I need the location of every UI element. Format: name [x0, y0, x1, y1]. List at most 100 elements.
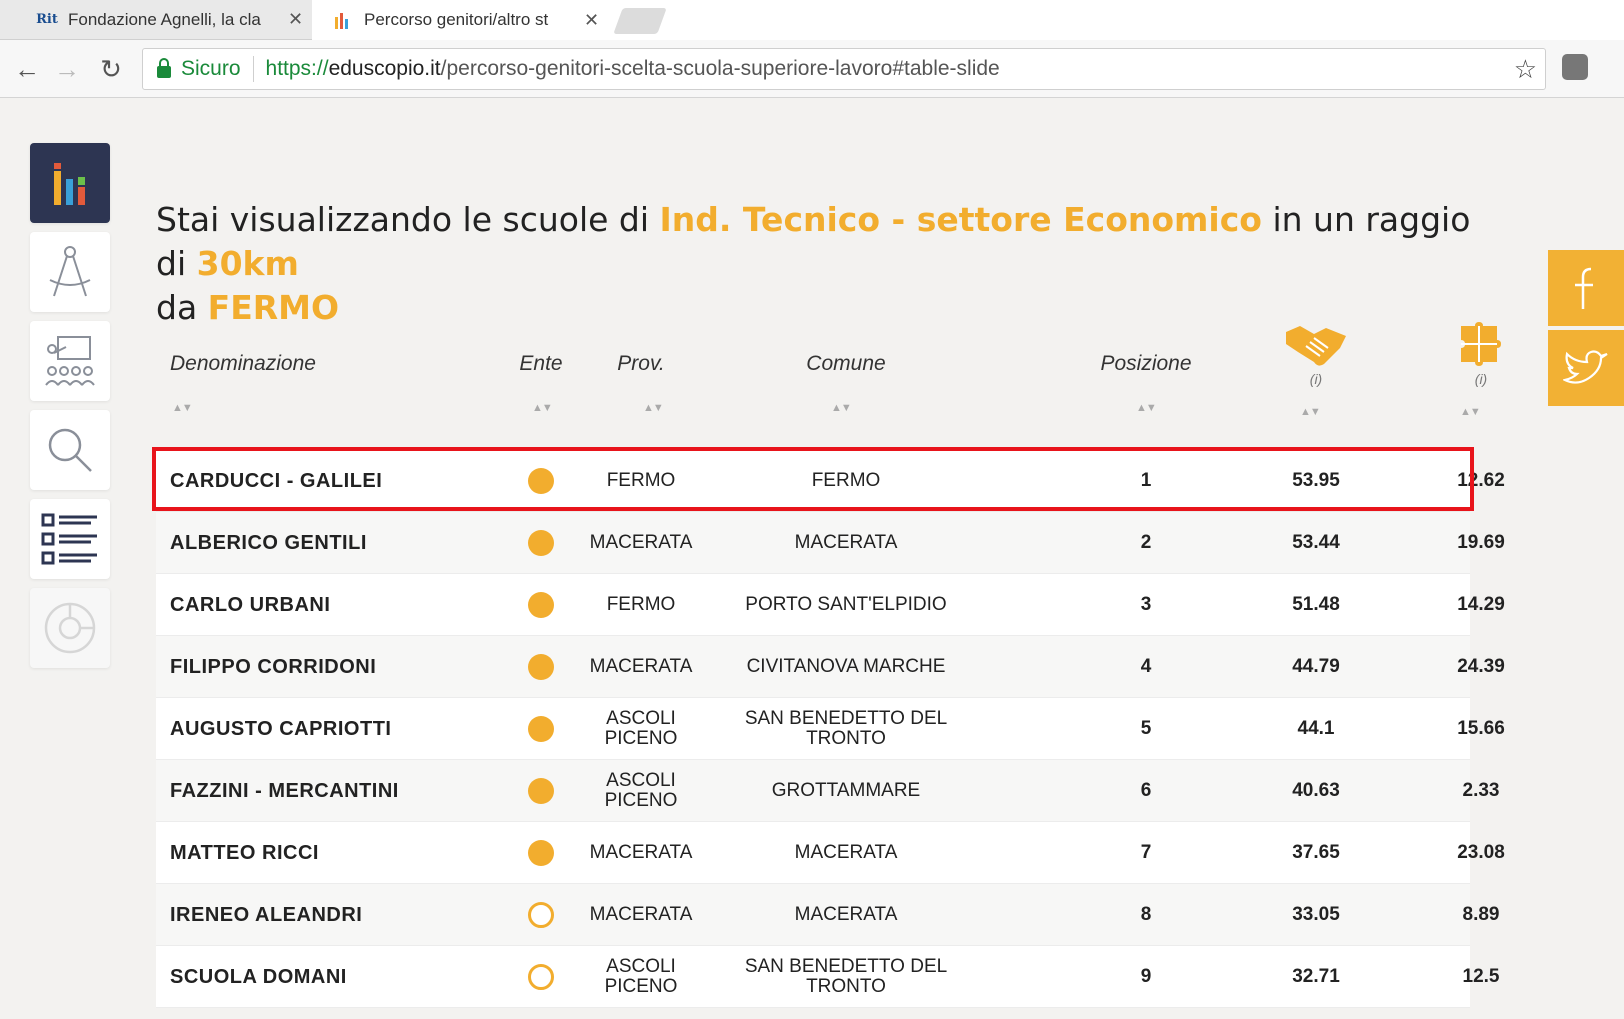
position: 2 — [1140, 531, 1152, 553]
comune: PORTO SANT'ELPIDIO — [745, 593, 947, 615]
coherence-value: 12.5 — [1462, 965, 1500, 987]
table-row[interactable]: MATTEO RICCI MACERATA MACERATA 7 37.65 23.08 — [156, 822, 1505, 884]
school-name[interactable]: CARLO URBANI — [170, 574, 330, 635]
comune: SAN BENEDETTO DEL TRONTO — [744, 955, 948, 997]
province: MACERATA — [589, 531, 693, 553]
province: FERMO — [606, 593, 676, 615]
tab-title: Fondazione Agnelli, la cla — [68, 9, 261, 29]
school-name[interactable]: IRENEO ALEANDRI — [170, 884, 362, 945]
table-row[interactable]: SCUOLA DOMANI ASCOLI PICENO SAN BENEDETTO … — [156, 946, 1499, 1008]
sidebar-item-classroom[interactable] — [30, 321, 110, 401]
puzzle-icon — [1461, 322, 1501, 366]
comune: FERMO — [811, 469, 881, 491]
heading-text: da — [156, 288, 208, 327]
new-tab-button[interactable] — [613, 8, 667, 34]
sort-arrows-icon[interactable]: ▲▼ — [643, 402, 664, 414]
close-tab-icon[interactable]: ✕ — [584, 10, 599, 31]
table-row[interactable]: ALBERICO GENTILI MACERATA MACERATA 2 53.44 19… — [156, 512, 1505, 574]
info-label[interactable]: (i) — [1276, 371, 1356, 387]
employment-value: 37.65 — [1292, 841, 1340, 863]
heading-school-type: Ind. Tecnico - settore Economico — [659, 200, 1262, 239]
school-name[interactable]: FAZZINI - MERCANTINI — [170, 760, 399, 821]
col-prov: Prov. — [617, 352, 665, 375]
address-bar[interactable]: Sicuro https://eduscopio.it/percorso-gen… — [142, 48, 1546, 90]
filled-circle-icon — [528, 715, 554, 742]
page-heading: Stai visualizzando le scuole di Ind. Tec… — [156, 198, 1476, 330]
comune: MACERATA — [794, 841, 898, 863]
comune: MACERATA — [794, 531, 898, 553]
position: 6 — [1140, 779, 1152, 801]
table-row[interactable]: AUGUSTO CAPRIOTTI ASCOLI PICENO SAN BENEDE… — [156, 698, 1505, 760]
sidebar-item-compass[interactable] — [30, 232, 110, 312]
sort-arrows-icon[interactable]: ▲▼ — [172, 402, 193, 414]
browser-tab-bar: Rit Fondazione Agnelli, la cla ✕ Percors… — [0, 0, 1624, 40]
employment-value: 44.1 — [1297, 717, 1335, 739]
classroom-icon — [45, 336, 95, 386]
position: 1 — [1140, 469, 1152, 491]
url-scheme: https:// — [265, 57, 329, 80]
forward-arrow-icon[interactable]: → — [50, 52, 84, 86]
facebook-button[interactable] — [1548, 250, 1624, 326]
ente-indicator — [516, 698, 566, 759]
sidebar-item-pie[interactable] — [30, 588, 110, 668]
school-name[interactable]: AUGUSTO CAPRIOTTI — [170, 698, 391, 759]
filled-circle-icon — [528, 529, 554, 556]
twitter-button[interactable] — [1548, 330, 1624, 406]
col-comune: Comune — [806, 352, 886, 375]
extension-icon[interactable] — [1562, 54, 1588, 80]
school-name[interactable]: FILIPPO CORRIDONI — [170, 636, 376, 697]
url-path: /percorso-genitori-scelta-scuola-superio… — [440, 57, 1000, 80]
comune: CIVITANOVA MARCHE — [746, 655, 946, 677]
col-employment-rate: (i) — [1276, 322, 1356, 387]
school-name[interactable]: MATTEO RICCI — [170, 822, 319, 883]
table-row[interactable]: IRENEO ALEANDRI MACERATA MACERATA 8 33.05 8.8… — [156, 884, 1499, 946]
filled-circle-icon — [528, 653, 554, 680]
school-name[interactable]: ALBERICO GENTILI — [170, 512, 367, 573]
reload-icon[interactable]: ↻ — [94, 52, 128, 86]
col-coherence: (i) — [1441, 322, 1521, 387]
employment-value: 40.63 — [1292, 779, 1340, 801]
heading-radius: 30km — [196, 244, 299, 283]
filled-circle-icon — [528, 777, 554, 804]
ente-indicator — [516, 760, 566, 821]
table-row[interactable]: FILIPPO CORRIDONI MACERATA CIVITANOVA MARC… — [156, 636, 1505, 698]
sort-arrows-icon[interactable]: ▲▼ — [532, 402, 553, 414]
bookmark-star-icon[interactable]: ☆ — [1514, 54, 1537, 85]
table-row[interactable]: CARLO URBANI FERMO PORTO SANT'ELPIDIO 3 51.4… — [156, 574, 1505, 636]
sort-arrows-icon[interactable]: ▲▼ — [831, 402, 852, 414]
social-buttons — [1548, 250, 1624, 410]
position: 7 — [1140, 841, 1152, 863]
table-row[interactable]: FAZZINI - MERCANTINI ASCOLI PICENO GROTTAM… — [156, 760, 1499, 822]
filled-circle-icon — [528, 467, 554, 494]
close-tab-icon[interactable]: ✕ — [288, 9, 303, 30]
back-arrow-icon[interactable]: ← — [10, 52, 44, 86]
sidebar-item-search[interactable] — [30, 410, 110, 490]
ente-indicator — [516, 450, 566, 511]
col-ente: Ente — [519, 352, 563, 375]
filled-circle-icon — [528, 591, 554, 618]
url-host: eduscopio.it — [328, 57, 441, 80]
tab-fondazione-agnelli[interactable]: Rit Fondazione Agnelli, la cla ✕ — [0, 0, 312, 40]
sort-arrows-icon[interactable]: ▲▼ — [1300, 406, 1321, 418]
facebook-icon — [1575, 267, 1593, 309]
school-name[interactable]: CARDUCCI - GALILEI — [170, 450, 382, 511]
ente-indicator — [516, 574, 566, 635]
sidebar-item-results[interactable] — [30, 143, 110, 223]
position: 9 — [1140, 965, 1152, 987]
sort-arrows-icon[interactable]: ▲▼ — [1136, 402, 1157, 414]
filled-circle-icon — [528, 839, 554, 866]
province: MACERATA — [589, 903, 693, 925]
tab-percorso-genitori[interactable]: Percorso genitori/altro st ✕ — [312, 0, 612, 40]
open-circle-icon — [528, 901, 554, 928]
sidebar-item-list[interactable] — [30, 499, 110, 579]
info-label[interactable]: (i) — [1441, 371, 1521, 387]
sort-arrows-icon[interactable]: ▲▼ — [1460, 406, 1481, 418]
school-name[interactable]: SCUOLA DOMANI — [170, 946, 347, 1007]
ente-indicator — [516, 946, 566, 1007]
coherence-value: 15.66 — [1457, 717, 1505, 739]
checklist-icon — [41, 513, 97, 565]
bar-chart-favicon-icon — [330, 10, 356, 30]
table-header: Denominazione ▲▼ Ente ▲▼ Prov. ▲▼ Comune… — [156, 322, 1501, 430]
table-row[interactable]: CARDUCCI - GALILEI FERMO FERMO 1 53.95 12.62 — [156, 450, 1505, 512]
province: ASCOLI PICENO — [604, 955, 678, 997]
